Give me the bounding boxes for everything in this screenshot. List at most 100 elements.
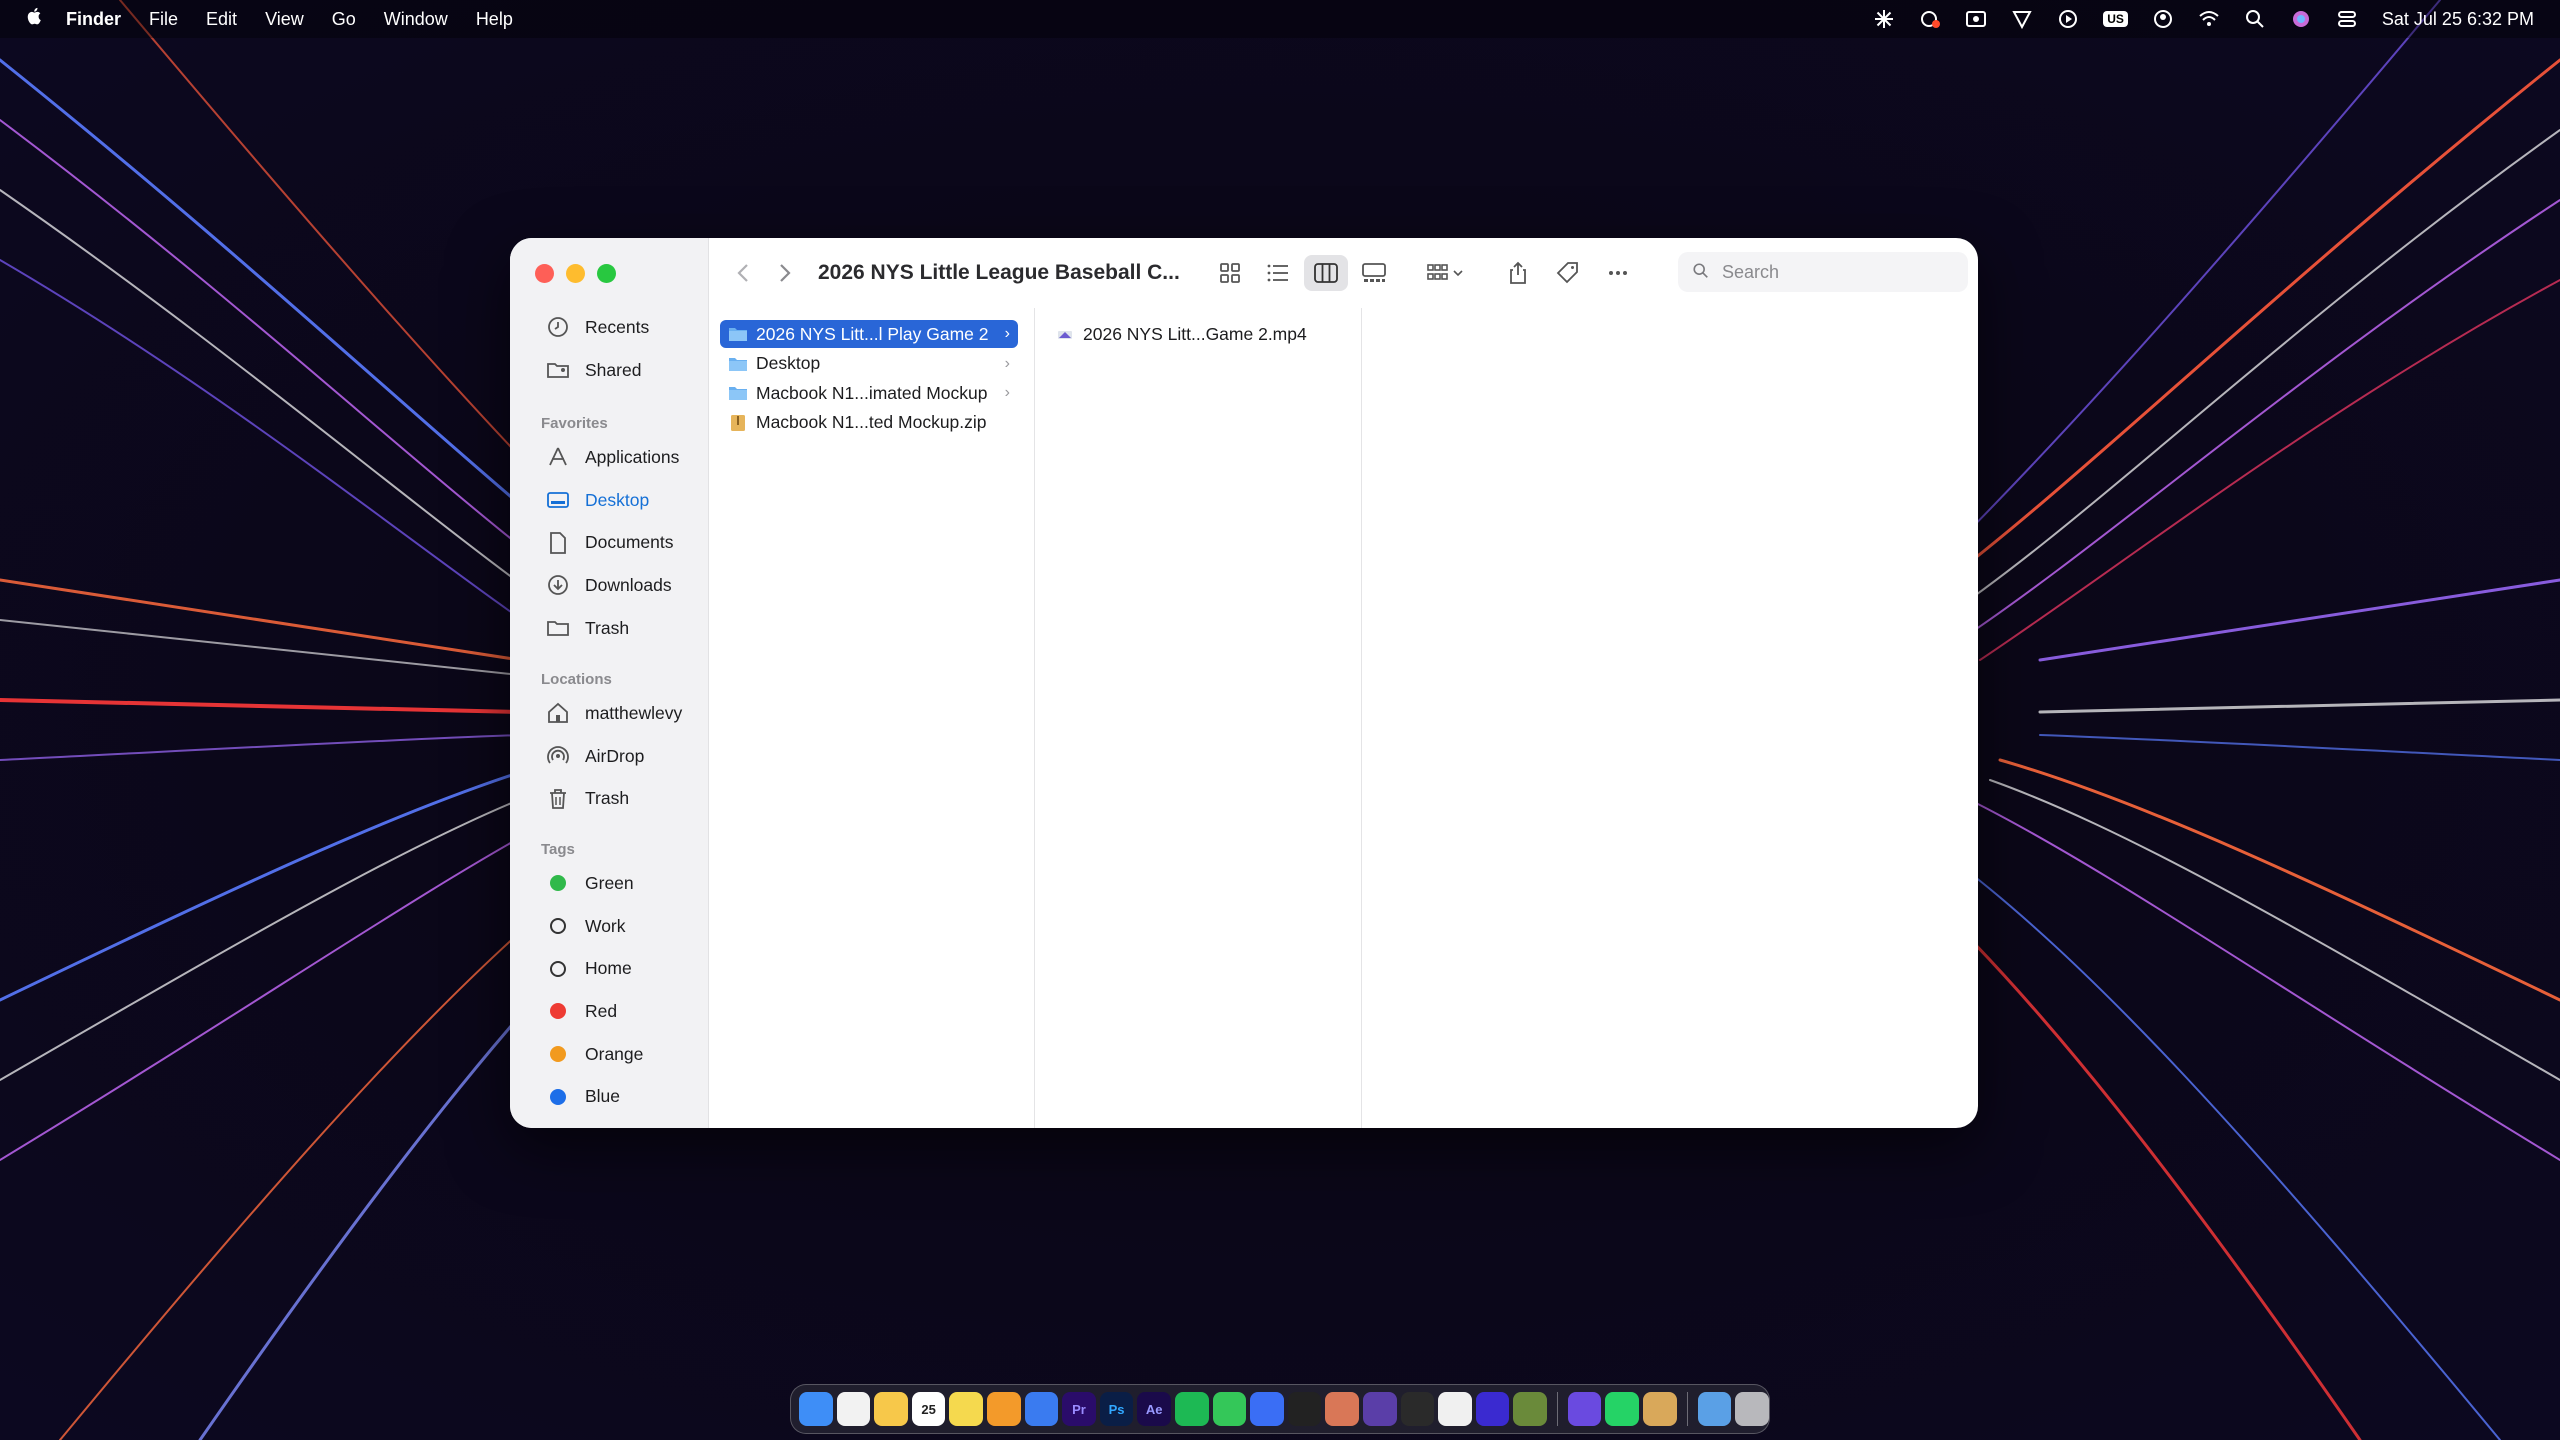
siri-icon[interactable] [2290,8,2312,30]
chatgpt-app-icon[interactable] [1438,1392,1472,1426]
chrome-app-icon[interactable] [836,1392,871,1426]
sidebar-tag-orange[interactable]: Orange [510,1033,708,1076]
after-effects-app-icon[interactable]: Ae [1137,1392,1171,1426]
notchmeister-app-icon[interactable] [1362,1392,1397,1426]
testflight-app-icon[interactable] [1024,1392,1059,1426]
menu-go[interactable]: Go [332,9,356,30]
sidebar-tag-red[interactable]: Red [510,990,708,1033]
messages-app-icon[interactable] [1212,1392,1247,1426]
sidebar-tag-green[interactable]: Green [510,862,708,905]
applications-icon [545,444,571,470]
wifi-icon[interactable] [2198,8,2220,30]
sidebar-tag-home[interactable]: Home [510,947,708,990]
window-controls [535,264,616,283]
gallery-view-button[interactable] [1352,255,1396,291]
cursor-app-icon[interactable] [1287,1392,1322,1426]
control-center-icon[interactable] [2336,8,2358,30]
pages-app-icon[interactable] [986,1392,1021,1426]
zip-file-icon [728,414,748,432]
menu-view[interactable]: View [265,9,304,30]
vpn-icon[interactable] [2011,8,2033,30]
chevron-right-icon: › [1004,325,1010,342]
menu-edit[interactable]: Edit [206,9,237,30]
search-icon [1692,262,1712,282]
sidebar-tag-blue[interactable]: Blue [510,1075,708,1118]
spotify-app-icon[interactable] [1174,1392,1209,1426]
preview-app-icon[interactable] [1643,1392,1677,1426]
column-2[interactable]: 2026 NYS Litt...Game 2.mp4 [1035,308,1362,1128]
sidebar-item-airdrop[interactable]: AirDrop [510,735,708,778]
list-view-button[interactable] [1256,255,1300,291]
play-circle-icon[interactable] [2057,8,2079,30]
sidebar-item-desktop[interactable]: Desktop [510,479,708,522]
menu-file[interactable]: File [149,9,178,30]
group-by-button[interactable] [1418,255,1474,291]
photos-app-icon[interactable] [874,1392,908,1426]
downloads-stack-icon[interactable] [1697,1392,1732,1426]
sidebar-tag-work[interactable]: Work [510,905,708,948]
sidebar-item-documents[interactable]: Documents [510,521,708,564]
messenger-app-icon[interactable] [1250,1392,1284,1426]
sidebar-item-trash[interactable]: Trash [510,777,708,820]
trash-icon [545,786,571,812]
claude-app-icon[interactable] [1325,1392,1359,1426]
finder-app-icon[interactable] [799,1392,833,1426]
proton-vpn-app-icon[interactable] [1567,1392,1602,1426]
column-3[interactable] [1362,308,1978,1128]
more-actions-button[interactable] [1598,253,1638,293]
keyboard-input-icon[interactable]: US [2103,11,2128,27]
menu-help[interactable]: Help [476,9,513,30]
apple-menu-icon[interactable] [26,6,44,32]
sidebar-item-label: Trash [585,617,630,638]
sidebar-item-label: Applications [585,446,680,467]
zoom-button[interactable] [597,264,616,283]
notes-app-icon[interactable] [949,1392,983,1426]
sidebar-tags: Tags Green Work Home Red Orange Blue [510,838,708,1118]
sidebar-item-applications[interactable]: Applications [510,436,708,479]
tag-button[interactable] [1548,253,1588,293]
list-item[interactable]: 2026 NYS Litt...l Play Game 2 › [720,320,1018,348]
share-button[interactable] [1498,253,1538,293]
sparkle-icon[interactable] [1873,8,1895,30]
close-button[interactable] [535,264,554,283]
back-button[interactable] [724,253,764,293]
sidebar-top: Recents Shared [510,306,708,391]
premiere-pro-app-icon[interactable]: Pr [1062,1392,1096,1426]
sidebar-item-home[interactable]: matthewlevy [510,692,708,735]
user-circle-icon[interactable] [2152,8,2174,30]
audio-app-icon[interactable] [1475,1392,1510,1426]
sidebar-item-downloads[interactable]: Downloads [510,564,708,607]
trash-dock-icon[interactable] [1735,1392,1769,1426]
list-item[interactable]: Macbook N1...ted Mockup.zip [720,409,1018,437]
folder-icon [545,615,571,641]
minimize-button[interactable] [566,264,585,283]
list-item[interactable]: Desktop › [720,350,1018,378]
column-view-button[interactable] [1304,255,1348,291]
whatsapp-app-icon[interactable] [1605,1392,1640,1426]
column-1[interactable]: 2026 NYS Litt...l Play Game 2 › Desktop › Ma… [708,308,1035,1128]
sidebar-item-recents[interactable]: Recents [510,306,708,349]
folder-icon [728,384,748,402]
spotlight-search-icon[interactable] [2244,8,2266,30]
sidebar-item-label: Documents [585,532,674,553]
sidebar-item-trash-folder[interactable]: Trash [510,607,708,650]
screenshot-icon[interactable] [1965,8,1987,30]
menu-clock[interactable]: Sat Jul 25 6:32 PM [2382,9,2534,30]
sidebar-item-label: Shared [585,359,642,380]
final-cut-app-icon[interactable] [1400,1392,1435,1426]
sidebar-item-shared[interactable]: Shared [510,349,708,392]
creative-cloud-icon[interactable] [1919,8,1941,30]
icon-view-button[interactable] [1208,255,1252,291]
toolbar: 2026 NYS Little League Baseball C... Sea… [708,238,1978,308]
menu-app-name[interactable]: Finder [66,9,121,30]
menu-window[interactable]: Window [384,9,448,30]
forward-button[interactable] [764,253,804,293]
list-item[interactable]: Macbook N1...imated Mockup › [720,379,1018,407]
calendar-app-icon[interactable]: 25 [911,1392,946,1426]
reeder-app-icon[interactable] [1513,1392,1547,1426]
list-item[interactable]: 2026 NYS Litt...Game 2.mp4 [1047,320,1345,348]
photoshop-app-icon[interactable]: Ps [1099,1392,1134,1426]
share-icon [1510,261,1526,284]
sidebar-item-label: Green [585,872,634,893]
search-field[interactable]: Search [1678,252,1968,292]
